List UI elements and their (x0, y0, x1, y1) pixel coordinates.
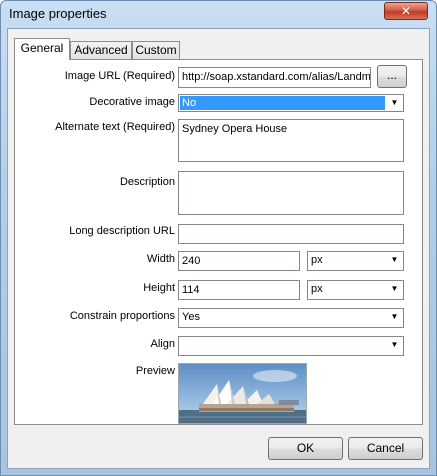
align-value (180, 338, 385, 354)
preview-label: Preview (135, 365, 175, 377)
width-unit-value: px (311, 254, 323, 266)
width-unit-select[interactable]: px ▼ (307, 251, 404, 271)
alternate-text-field[interactable]: Sydney Opera House (178, 119, 404, 162)
cancel-button[interactable]: Cancel (348, 437, 423, 460)
chevron-down-icon[interactable]: ▼ (387, 310, 402, 326)
constrain-proportions-value: Yes (182, 311, 200, 323)
height-unit-select[interactable]: px ▼ (307, 280, 404, 300)
height-label: Height (143, 282, 175, 294)
browse-button[interactable]: ... (377, 65, 407, 88)
description-label: Description (119, 176, 175, 188)
tab-custom[interactable]: Custom (132, 41, 180, 59)
decorative-image-select[interactable]: No ▼ (178, 94, 404, 112)
description-field[interactable] (178, 171, 404, 215)
tab-label: Custom (135, 43, 177, 57)
chevron-down-icon[interactable]: ▼ (387, 253, 402, 269)
close-icon: ✕ (400, 4, 412, 18)
tab-label: Advanced (74, 43, 128, 57)
window-title: Image properties (9, 6, 107, 21)
chevron-down-icon[interactable]: ▼ (387, 282, 402, 298)
sydney-opera-house-image (179, 364, 306, 423)
constrain-proportions-label: Constrain proportions (69, 310, 175, 322)
ok-button[interactable]: OK (268, 437, 343, 460)
align-label: Align (150, 338, 175, 350)
image-properties-dialog: Image properties ✕ General Advanced Cust… (0, 0, 437, 476)
constrain-proportions-select[interactable]: Yes ▼ (178, 308, 404, 328)
title-bar[interactable]: Image properties ✕ (1, 1, 436, 27)
image-url-field[interactable]: http://soap.xstandard.com/alias/Landm (178, 67, 371, 88)
tab-advanced[interactable]: Advanced (70, 41, 132, 59)
close-button[interactable]: ✕ (384, 2, 428, 20)
decorative-image-value: No (180, 96, 385, 110)
height-field[interactable]: 114 (178, 280, 300, 300)
preview-image (178, 363, 307, 424)
dialog-body: General Advanced Custom Image URL (Requi… (7, 28, 430, 469)
long-description-url-field[interactable] (178, 224, 404, 244)
decorative-image-label: Decorative image (89, 96, 175, 108)
height-unit-value: px (311, 283, 323, 295)
width-label: Width (146, 253, 175, 265)
tab-general[interactable]: General (14, 38, 70, 60)
tab-label: General (20, 41, 64, 55)
long-description-url-label: Long description URL (69, 225, 175, 237)
image-url-label: Image URL (Required) (64, 70, 175, 82)
align-select[interactable]: ▼ (178, 336, 404, 356)
alternate-text-label: Alternate text (Required) (55, 121, 175, 133)
chevron-down-icon[interactable]: ▼ (387, 96, 402, 110)
general-panel: Image URL (Required) http://soap.xstanda… (14, 59, 423, 425)
width-field[interactable]: 240 (178, 251, 300, 271)
chevron-down-icon[interactable]: ▼ (387, 338, 402, 354)
